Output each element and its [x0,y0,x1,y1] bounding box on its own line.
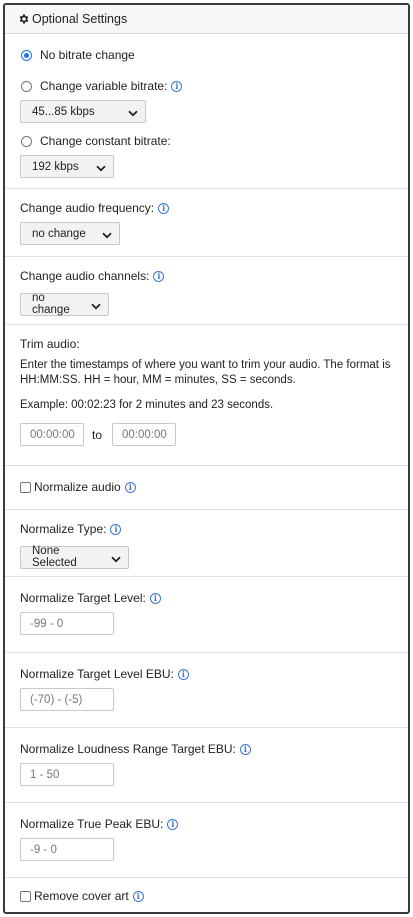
info-icon[interactable]: i [132,890,144,902]
target-level-label: Normalize Target Level: [20,591,146,605]
radio-variable-bitrate[interactable]: Change variable bitrate: i [20,79,393,93]
frequency-select[interactable]: no change [20,222,120,245]
loudness-range-input[interactable]: 1 - 50 [20,763,114,786]
remove-cover-option[interactable]: Remove cover art i [20,889,393,903]
select-value: no change [32,292,70,316]
select-value: None Selected [32,545,77,569]
trim-from-input[interactable]: 00:00:00 [20,423,84,446]
chevron-down-icon [96,163,106,172]
radio-button-no-bitrate[interactable] [21,49,32,61]
true-peak-input[interactable]: -9 - 0 [20,838,114,861]
trim-example: Example: 00:02:23 for 2 minutes and 23 s… [20,399,274,411]
trim-label: Trim audio: [20,337,80,351]
chevron-down-icon [91,301,101,309]
target-level-ebu-section: Normalize Target Level EBU: i (-70) - (-… [5,653,408,728]
info-icon[interactable]: i [239,743,251,755]
channels-label: Change audio channels: [20,269,150,283]
target-level-input[interactable]: -99 - 0 [20,612,114,635]
constant-bitrate-select[interactable]: 192 kbps [20,155,114,178]
normalize-type-label: Normalize Type: [20,522,107,536]
info-icon[interactable]: i [158,202,170,214]
target-level-ebu-label: Normalize Target Level EBU: [20,667,174,681]
radio-label: Change constant bitrate: [40,134,171,148]
panel-title: Optional Settings [32,12,128,26]
radio-constant-bitrate[interactable]: Change constant bitrate: [20,134,393,148]
radio-no-bitrate[interactable]: No bitrate change [20,48,393,62]
true-peak-label: Normalize True Peak EBU: [20,817,164,831]
radio-label: Change variable bitrate: [40,79,168,93]
info-icon[interactable]: i [167,818,179,830]
info-icon[interactable]: i [110,523,122,535]
radio-button-variable-bitrate[interactable] [21,80,32,92]
optional-settings-panel: Optional Settings No bitrate change Chan… [3,3,410,914]
gear-icon [18,13,30,25]
info-icon[interactable]: i [177,668,189,680]
trim-section: Trim audio: Enter the timestamps of wher… [5,325,408,466]
radio-label: No bitrate change [40,48,135,62]
select-value: no change [32,227,86,240]
remove-cover-checkbox[interactable] [20,890,31,902]
variable-bitrate-select[interactable]: 45...85 kbps [20,100,146,123]
normalize-type-select[interactable]: None Selected [20,545,129,569]
select-value: 192 kbps [32,160,79,173]
normalize-type-section: Normalize Type: i None Selected [5,510,408,577]
bitrate-section: No bitrate change Change variable bitrat… [5,34,408,189]
info-icon[interactable]: i [153,270,165,282]
select-value: 45...85 kbps [32,105,95,118]
normalize-audio-option[interactable]: Normalize audio i [20,480,393,494]
remove-cover-label: Remove cover art [34,889,129,903]
chevron-down-icon [128,108,138,117]
true-peak-section: Normalize True Peak EBU: i -9 - 0 [5,803,408,878]
loudness-range-section: Normalize Loudness Range Target EBU: i 1… [5,728,408,803]
normalize-audio-label: Normalize audio [34,480,121,494]
trim-to-label: to [92,427,103,442]
frequency-label: Change audio frequency: [20,201,155,215]
target-level-ebu-input[interactable]: (-70) - (-5) [20,688,114,711]
info-icon[interactable]: i [149,592,161,604]
info-icon[interactable]: i [171,80,183,92]
normalize-audio-section: Normalize audio i [5,466,408,510]
remove-cover-section: Remove cover art i [5,878,408,912]
target-level-section: Normalize Target Level: i -99 - 0 [5,577,408,653]
frequency-section: Change audio frequency: i no change [5,189,408,257]
loudness-range-label: Normalize Loudness Range Target EBU: [20,742,236,756]
chevron-down-icon [102,230,112,239]
normalize-audio-checkbox[interactable] [20,481,31,493]
panel-header: Optional Settings [5,5,408,34]
radio-button-constant-bitrate[interactable] [21,135,32,147]
trim-description: Enter the timestamps of where you want t… [20,359,391,386]
channels-section: Change audio channels: i no change [5,257,408,325]
chevron-down-icon [111,554,121,562]
info-icon[interactable]: i [124,481,136,493]
trim-to-input[interactable]: 00:00:00 [112,423,177,446]
channels-select[interactable]: no change [20,292,109,316]
